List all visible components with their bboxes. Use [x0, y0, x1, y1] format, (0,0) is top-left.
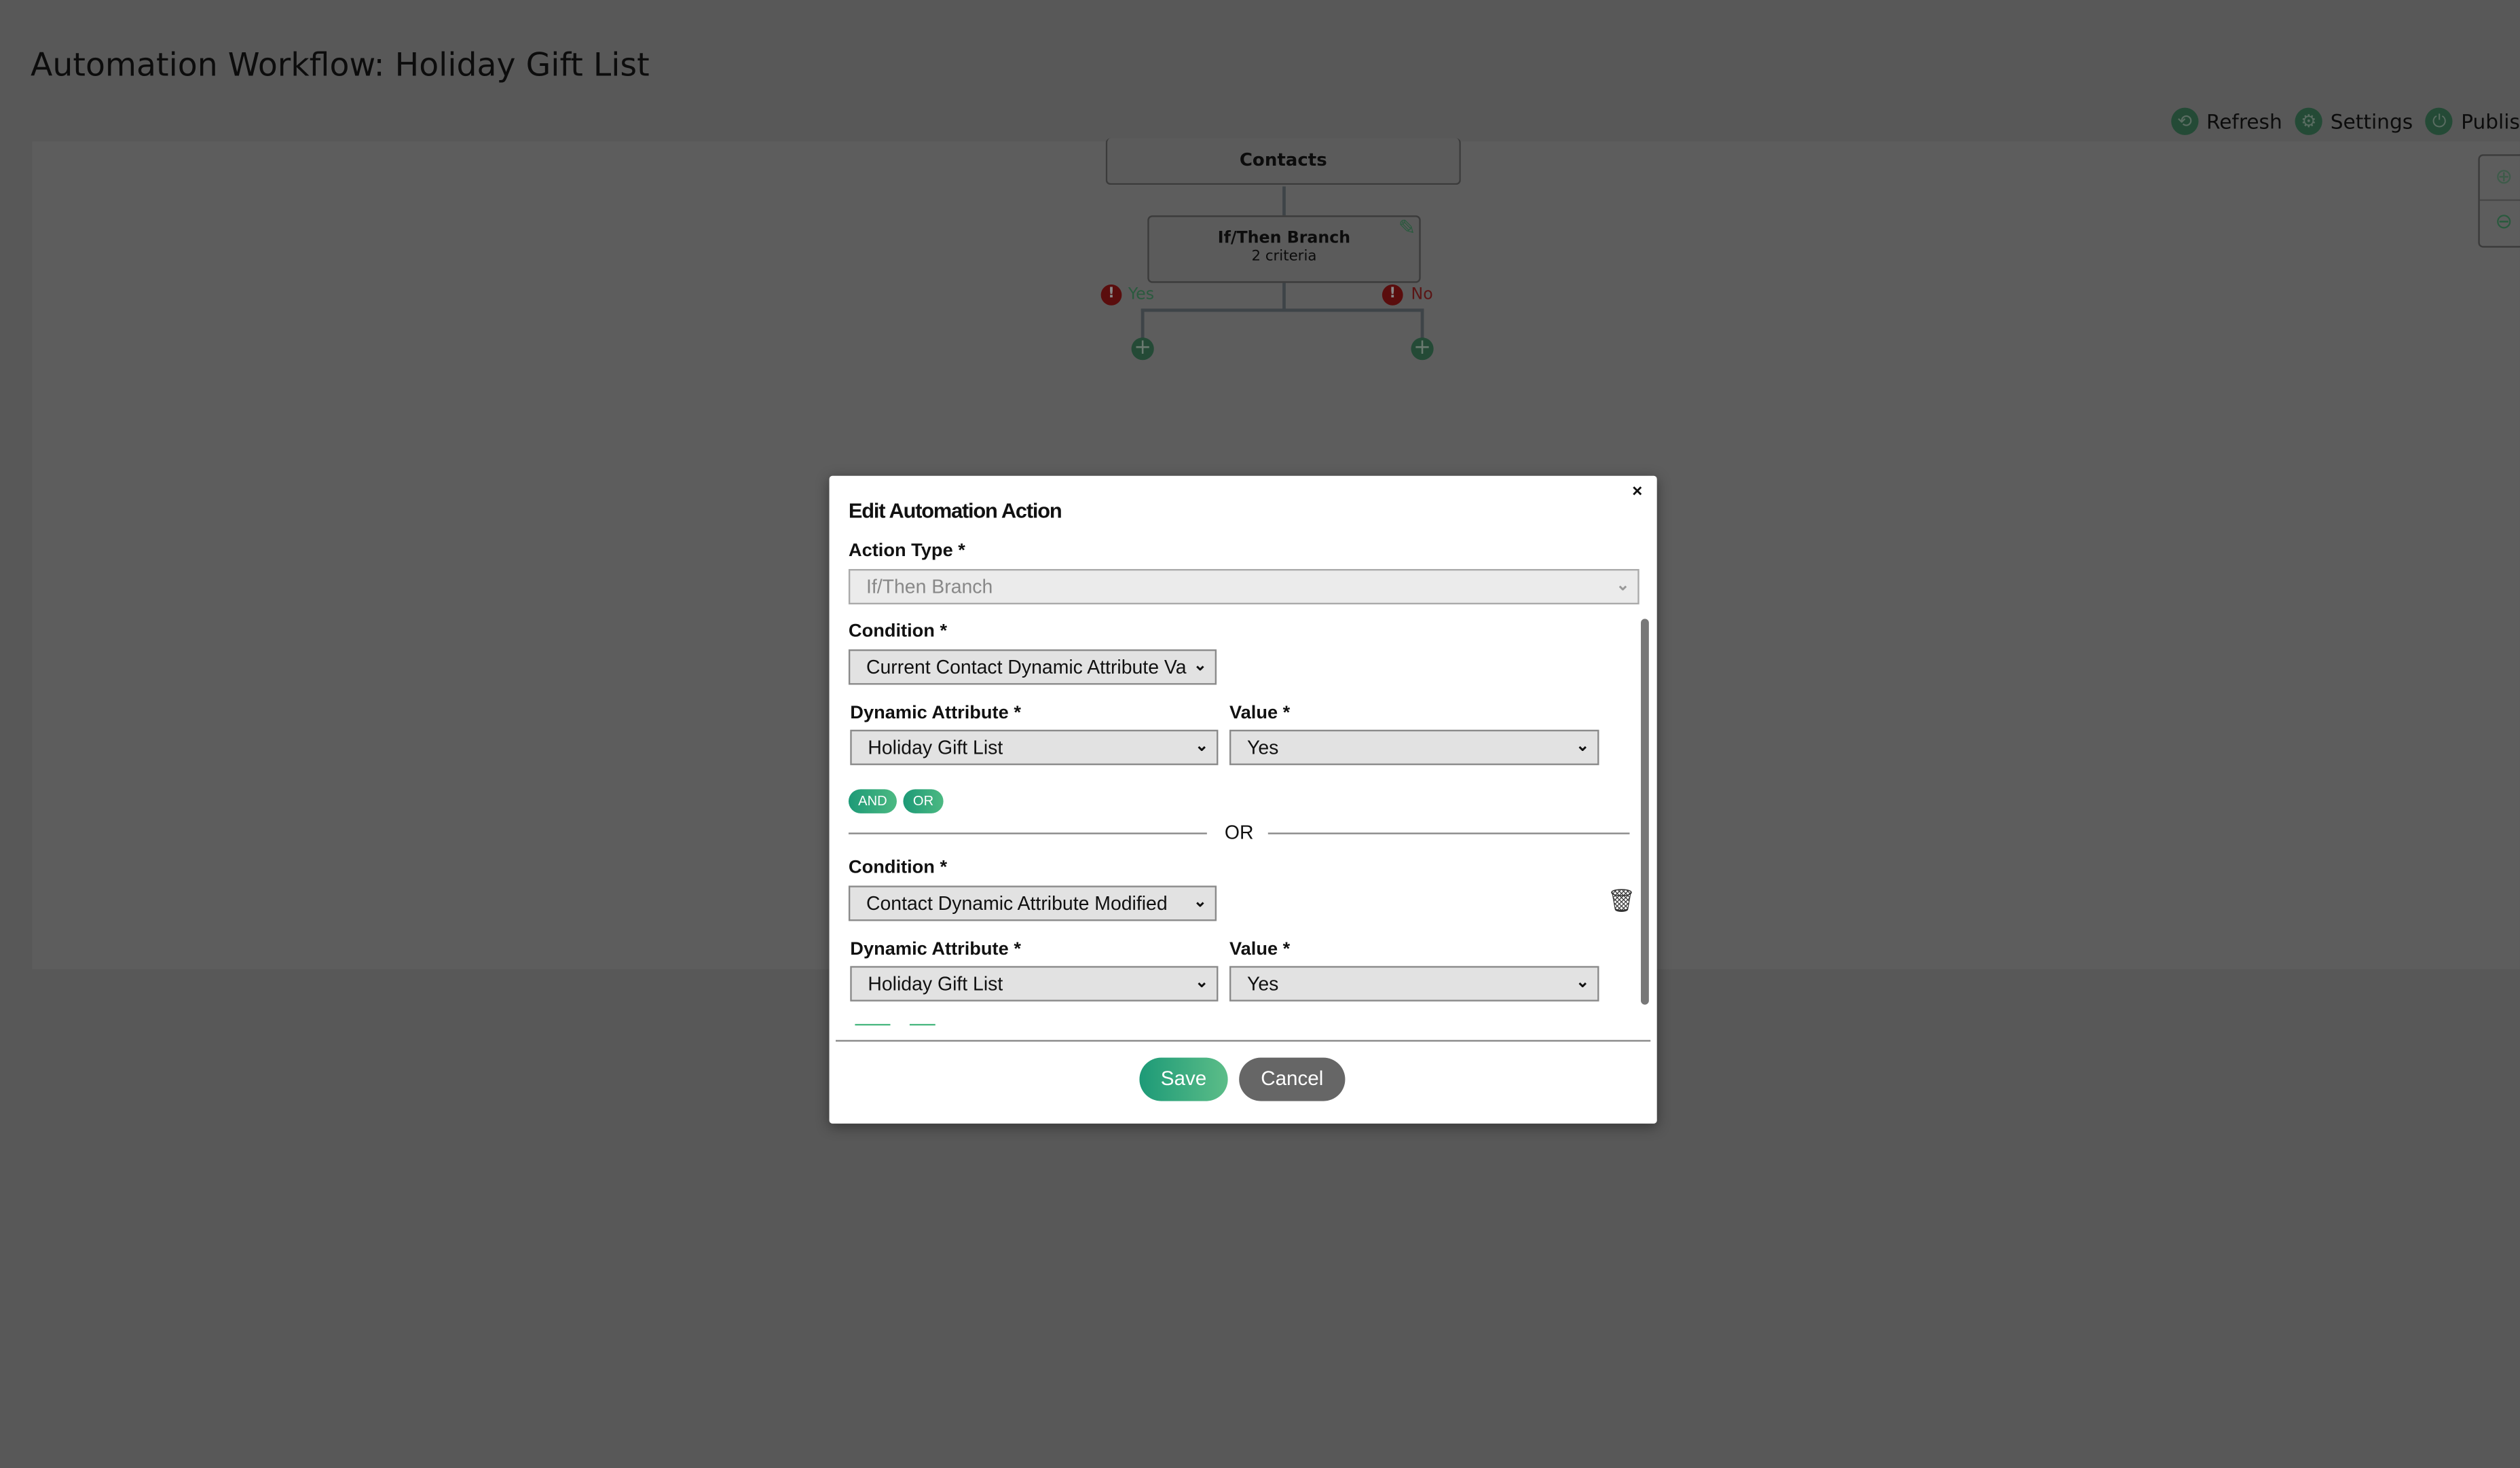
action-type-value: If/Then Branch	[866, 575, 993, 598]
chevron-down-icon: ⌄	[1195, 737, 1209, 756]
warning-icon: !	[1100, 285, 1122, 306]
trash-icon[interactable]: 🗑	[1607, 887, 1635, 915]
branch-title: If/Then Branch	[1217, 230, 1351, 248]
refresh-label: Refresh	[2206, 109, 2282, 134]
zoom-controls: ⊕ ⊖	[2478, 154, 2520, 248]
page-title: Automation Workflow: Holiday Gift List	[30, 45, 650, 84]
clipped-and-button	[855, 1023, 891, 1026]
dynamic-attribute-value: Holiday Gift List	[868, 736, 1003, 759]
power-icon: ⏻	[2426, 107, 2453, 135]
close-icon[interactable]: ×	[1632, 482, 1642, 501]
gear-icon: ⚙	[2295, 107, 2322, 135]
value-value: Yes	[1247, 736, 1279, 759]
action-type-label: Action Type *	[848, 541, 965, 562]
divider	[1267, 832, 1630, 834]
settings-label: Settings	[2330, 109, 2413, 134]
footer-divider	[835, 1040, 1651, 1042]
pencil-icon[interactable]: ✎	[1398, 217, 1416, 242]
chevron-down-icon: ⌄	[1576, 974, 1590, 992]
no-label: No	[1411, 286, 1433, 304]
warning-icon: !	[1382, 285, 1403, 306]
condition-label: Condition *	[848, 858, 948, 878]
or-separator: OR	[1224, 821, 1254, 844]
action-type-select[interactable]: If/Then Branch ⌄	[848, 569, 1639, 605]
settings-button[interactable]: ⚙ Settings	[2295, 107, 2413, 135]
chevron-down-icon: ⌄	[1576, 737, 1590, 756]
contacts-node[interactable]: Contacts	[1105, 138, 1461, 185]
divider	[848, 832, 1207, 834]
refresh-icon: ⟲	[2170, 107, 2199, 135]
publish-label: Publis	[2461, 109, 2520, 134]
connector	[1282, 282, 1286, 310]
clipped-or-button	[909, 1023, 935, 1026]
toolbar: ⟲ Refresh ⚙ Settings ⏻ Publis	[2170, 107, 2520, 135]
add-no-step-icon[interactable]: +	[1411, 337, 1434, 361]
edit-automation-action-modal: × Edit Automation Action Action Type * I…	[829, 475, 1657, 1124]
condition-select[interactable]: Current Contact Dynamic Attribute Va ⌄	[848, 649, 1217, 685]
scrollbar[interactable]	[1641, 619, 1649, 1005]
add-yes-step-icon[interactable]: +	[1131, 337, 1154, 361]
zoom-out-icon[interactable]: ⊖	[2480, 201, 2520, 244]
dynamic-attribute-label: Dynamic Attribute *	[850, 940, 1021, 960]
save-button[interactable]: Save	[1139, 1057, 1228, 1101]
dynamic-attribute-value: Holiday Gift List	[868, 972, 1003, 995]
condition-label: Condition *	[848, 622, 948, 642]
yes-label: Yes	[1128, 286, 1155, 304]
value-value: Yes	[1247, 972, 1279, 995]
refresh-button[interactable]: ⟲ Refresh	[2170, 107, 2282, 135]
value-label: Value *	[1229, 703, 1291, 724]
chevron-down-icon: ⌄	[1193, 894, 1207, 912]
cancel-button[interactable]: Cancel	[1239, 1057, 1346, 1101]
connector	[1282, 186, 1286, 216]
chevron-down-icon: ⌄	[1616, 576, 1630, 595]
branch-subtitle: 2 criteria	[1251, 249, 1317, 265]
value-select[interactable]: Yes ⌄	[1229, 729, 1599, 765]
value-select[interactable]: Yes ⌄	[1229, 966, 1599, 1002]
and-button[interactable]: AND	[848, 789, 897, 813]
publish-button[interactable]: ⏻ Publis	[2426, 107, 2520, 135]
contacts-label: Contacts	[1239, 149, 1327, 170]
condition-value: Current Contact Dynamic Attribute Va	[866, 655, 1187, 679]
chevron-down-icon: ⌄	[1195, 974, 1209, 992]
if-then-branch-node[interactable]: If/Then Branch 2 criteria ✎	[1147, 215, 1421, 283]
condition-value: Contact Dynamic Attribute Modified	[866, 892, 1168, 915]
chevron-down-icon: ⌄	[1193, 657, 1207, 676]
dynamic-attribute-label: Dynamic Attribute *	[850, 703, 1021, 724]
dynamic-attribute-select[interactable]: Holiday Gift List ⌄	[850, 966, 1219, 1002]
zoom-in-icon[interactable]: ⊕	[2479, 156, 2520, 201]
value-label: Value *	[1229, 940, 1291, 960]
modal-title: Edit Automation Action	[848, 498, 1062, 523]
connector	[1141, 308, 1424, 312]
condition-select[interactable]: Contact Dynamic Attribute Modified ⌄	[848, 885, 1217, 921]
dynamic-attribute-select[interactable]: Holiday Gift List ⌄	[850, 729, 1219, 765]
or-button[interactable]: OR	[903, 789, 944, 813]
